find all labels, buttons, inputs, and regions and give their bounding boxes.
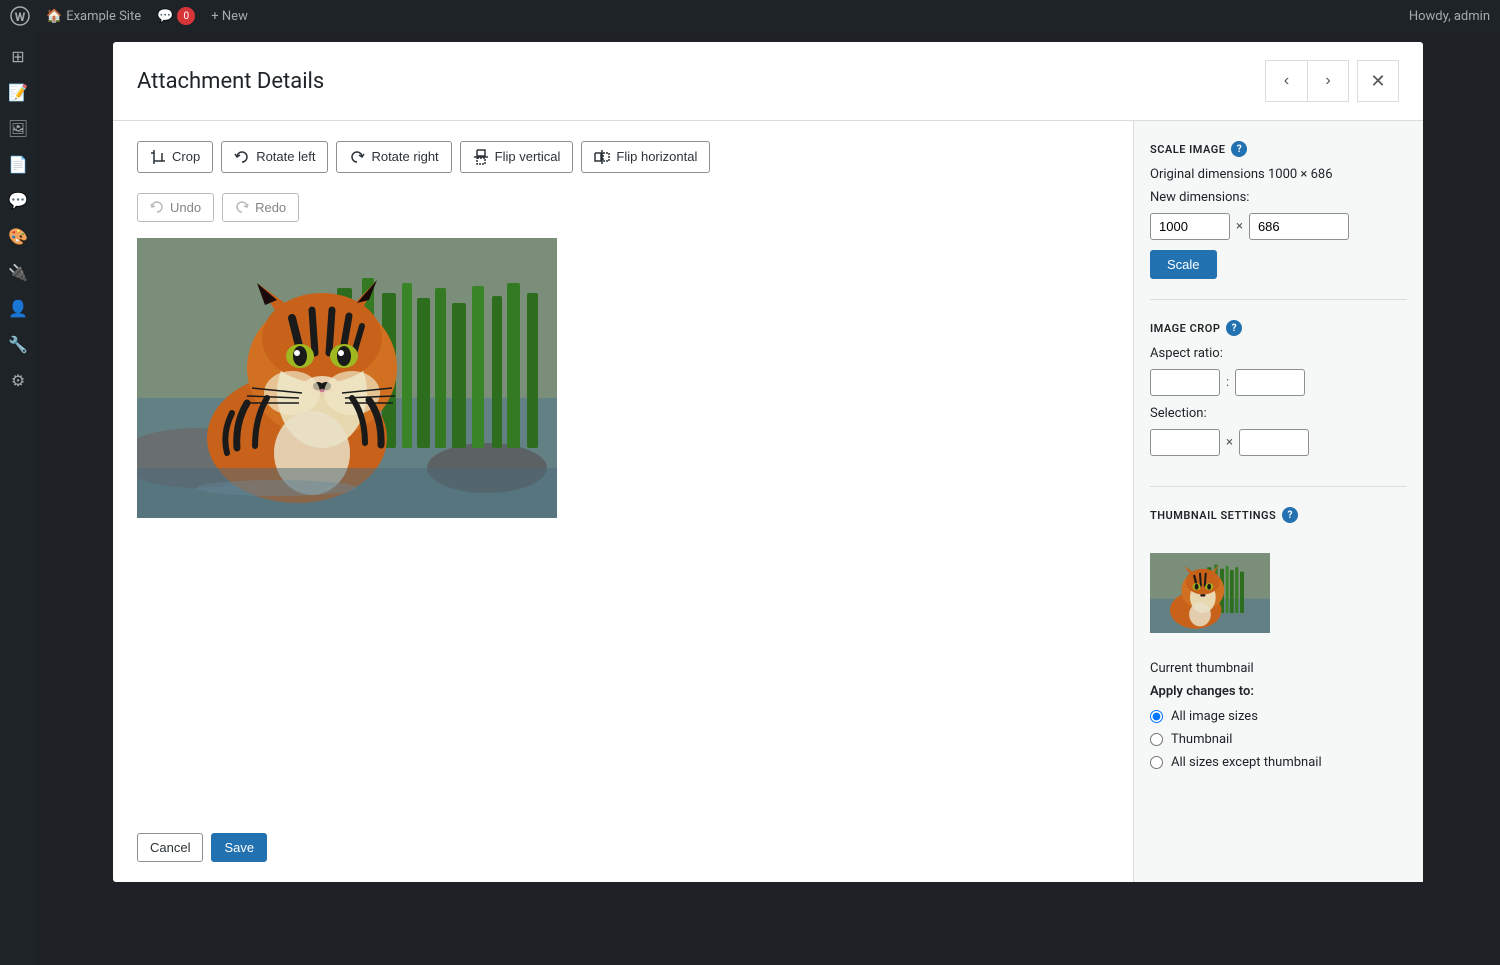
toolbar-secondary: Undo Redo [137, 193, 1109, 222]
radio-all-except-thumbnail[interactable]: All sizes except thumbnail [1150, 755, 1407, 770]
modal-close-button[interactable]: ✕ [1357, 60, 1399, 102]
aspect-separator: : [1226, 375, 1229, 390]
rotate-right-button[interactable]: Rotate right [336, 141, 451, 173]
radio-all-except-thumbnail-input[interactable] [1150, 756, 1163, 769]
crop-button[interactable]: Crop [137, 141, 213, 173]
action-buttons: Cancel Save [137, 825, 1109, 862]
toolbar-primary: Crop Rotate left [137, 141, 1109, 173]
sidebar-settings-icon[interactable]: ⚙ [2, 364, 34, 396]
flip-vertical-button[interactable]: Flip vertical [460, 141, 574, 173]
selection-separator: × [1226, 435, 1233, 450]
rotate-left-button[interactable]: Rotate left [221, 141, 328, 173]
aspect-ratio-label: Aspect ratio: [1150, 346, 1407, 361]
modal-header: Attachment Details ‹ › ✕ [113, 42, 1423, 121]
modal-navigation: ‹ › [1265, 60, 1349, 102]
apply-changes-radio-group: All image sizes Thumbnail All sizes exce… [1150, 709, 1407, 770]
sidebar-pages-icon[interactable]: 📄 [2, 148, 34, 180]
selection-inputs: × [1150, 429, 1407, 456]
modal-next-button[interactable]: › [1307, 60, 1349, 102]
thumbnail-preview-image [1150, 533, 1270, 653]
scale-image-title: SCALE IMAGE ? [1150, 141, 1407, 157]
scale-button[interactable]: Scale [1150, 250, 1217, 279]
modal-title: Attachment Details [137, 69, 1265, 94]
sidebar-plugins-icon[interactable]: 🔌 [2, 256, 34, 288]
redo-button[interactable]: Redo [222, 193, 299, 222]
flip-horizontal-icon [594, 149, 610, 165]
cancel-button[interactable]: Cancel [137, 833, 203, 862]
attachment-details-modal: Attachment Details ‹ › ✕ [113, 42, 1423, 882]
flip-horizontal-button[interactable]: Flip horizontal [581, 141, 710, 173]
radio-all-sizes[interactable]: All image sizes [1150, 709, 1407, 724]
aspect-ratio-inputs: : [1150, 369, 1407, 396]
sidebar-comments-icon[interactable]: 💬 [2, 184, 34, 216]
radio-thumbnail-input[interactable] [1150, 733, 1163, 746]
thumbnail-help-icon[interactable]: ? [1282, 507, 1298, 523]
selection-height-input[interactable] [1239, 429, 1309, 456]
svg-text:W: W [15, 10, 26, 24]
new-dimensions-label: New dimensions: [1150, 190, 1407, 205]
scale-width-input[interactable] [1150, 213, 1230, 240]
radio-all-sizes-input[interactable] [1150, 710, 1163, 723]
selection-label: Selection: [1150, 406, 1407, 421]
aspect-width-input[interactable] [1150, 369, 1220, 396]
radio-thumbnail[interactable]: Thumbnail [1150, 732, 1407, 747]
main-area: Attachment Details ‹ › ✕ [36, 32, 1500, 965]
crop-icon [150, 149, 166, 165]
admin-sidebar: ⊞ 📝 🖼 📄 💬 🎨 🔌 👤 🔧 ⚙ [0, 32, 36, 965]
current-thumbnail-label: Current thumbnail [1150, 661, 1407, 676]
site-name-bar[interactable]: 🏠 Example Site [46, 9, 141, 24]
rotate-right-icon [349, 149, 365, 165]
crop-help-icon[interactable]: ? [1226, 320, 1242, 336]
image-crop-section: IMAGE CROP ? Aspect ratio: : Selection: [1150, 320, 1407, 487]
save-button[interactable]: Save [211, 833, 267, 862]
sidebar-posts-icon[interactable]: 📝 [2, 76, 34, 108]
modal-prev-button[interactable]: ‹ [1265, 60, 1307, 102]
rotate-left-icon [234, 149, 250, 165]
modal-body: Crop Rotate left [113, 121, 1423, 882]
undo-button[interactable]: Undo [137, 193, 214, 222]
apply-changes-label: Apply changes to: [1150, 684, 1407, 699]
thumbnail-settings-section: THUMBNAIL SETTINGS ? [1150, 507, 1407, 790]
scale-help-icon[interactable]: ? [1231, 141, 1247, 157]
modal-overlay: Attachment Details ‹ › ✕ [36, 32, 1500, 965]
sidebar-dashboard-icon[interactable]: ⊞ [2, 40, 34, 72]
scale-image-section: SCALE IMAGE ? Original dimensions 1000 ×… [1150, 141, 1407, 300]
sidebar-tools-icon[interactable]: 🔧 [2, 328, 34, 360]
editor-area: Crop Rotate left [113, 121, 1133, 882]
sidebar-users-icon[interactable]: 👤 [2, 292, 34, 324]
dimension-separator: × [1236, 219, 1243, 234]
new-button-bar[interactable]: + New [211, 9, 248, 24]
thumbnail-settings-title: THUMBNAIL SETTINGS ? [1150, 507, 1407, 523]
dimension-inputs: × [1150, 213, 1407, 240]
sidebar-appearance-icon[interactable]: 🎨 [2, 220, 34, 252]
image-crop-title: IMAGE CROP ? [1150, 320, 1407, 336]
sidebar-media-icon[interactable]: 🖼 [2, 112, 34, 144]
undo-icon [150, 201, 164, 215]
comments-bar[interactable]: 💬 0 [157, 7, 195, 25]
sidebar-panel: SCALE IMAGE ? Original dimensions 1000 ×… [1133, 121, 1423, 882]
admin-bar: W 🏠 Example Site 💬 0 + New Howdy, admin [0, 0, 1500, 32]
tiger-image [137, 238, 557, 518]
wp-logo[interactable]: W [10, 6, 30, 26]
redo-icon [235, 201, 249, 215]
flip-vertical-icon [473, 149, 489, 165]
image-preview-area [137, 238, 1109, 809]
greeting: Howdy, admin [1409, 9, 1490, 24]
scale-height-input[interactable] [1249, 213, 1349, 240]
aspect-height-input[interactable] [1235, 369, 1305, 396]
selection-width-input[interactable] [1150, 429, 1220, 456]
original-dimensions-label: Original dimensions 1000 × 686 [1150, 167, 1407, 182]
